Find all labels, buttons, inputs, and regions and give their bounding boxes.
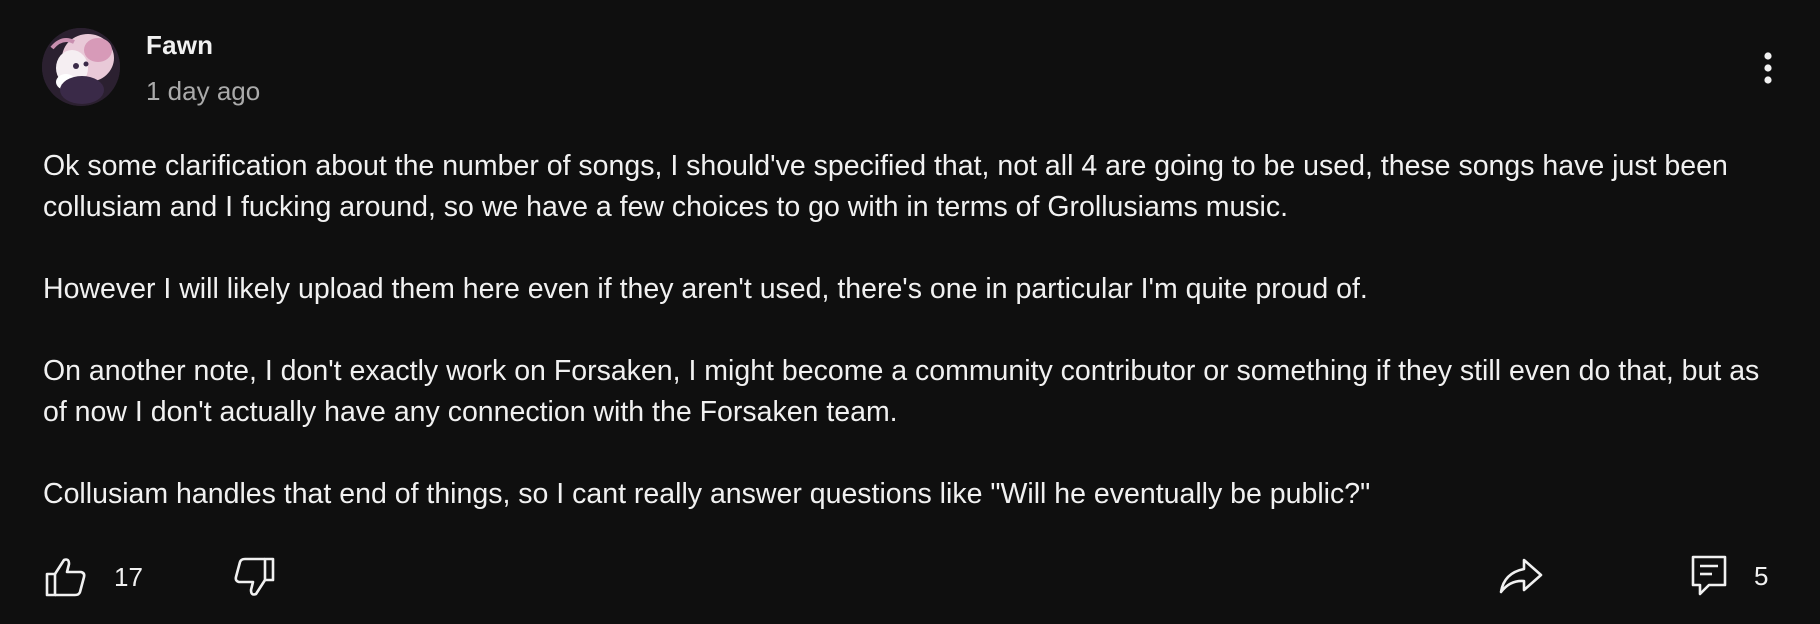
comment-paragraph: Collusiam handles that end of things, so… — [43, 478, 1371, 510]
avatar[interactable] — [42, 28, 120, 106]
replies-button[interactable]: 5 — [1690, 554, 1768, 598]
comment-body: Ok some clarification about the number o… — [43, 146, 1783, 515]
like-button[interactable]: 17 — [44, 556, 143, 598]
comment-card: Fawn 1 day ago Ok some clarification abo… — [0, 0, 1820, 624]
dislike-button[interactable] — [232, 556, 276, 598]
avatar-image — [42, 28, 120, 106]
timestamp: 1 day ago — [146, 76, 261, 106]
comment-icon — [1691, 555, 1727, 596]
more-options-button[interactable] — [1746, 44, 1790, 92]
more-vertical-icon — [1764, 52, 1772, 84]
share-arrow-icon — [1499, 558, 1543, 594]
author-name[interactable]: Fawn — [146, 30, 213, 61]
comment-paragraph: On another note, I don't exactly work on… — [43, 355, 1760, 428]
comment-paragraph: However I will likely upload them here e… — [43, 273, 1368, 305]
thumbs-down-icon — [234, 557, 275, 596]
reply-count: 5 — [1754, 560, 1769, 591]
comment-paragraph: Ok some clarification about the number o… — [43, 150, 1728, 223]
thumbs-up-icon — [45, 558, 86, 597]
share-button[interactable] — [1498, 556, 1544, 596]
like-count: 17 — [114, 561, 143, 592]
